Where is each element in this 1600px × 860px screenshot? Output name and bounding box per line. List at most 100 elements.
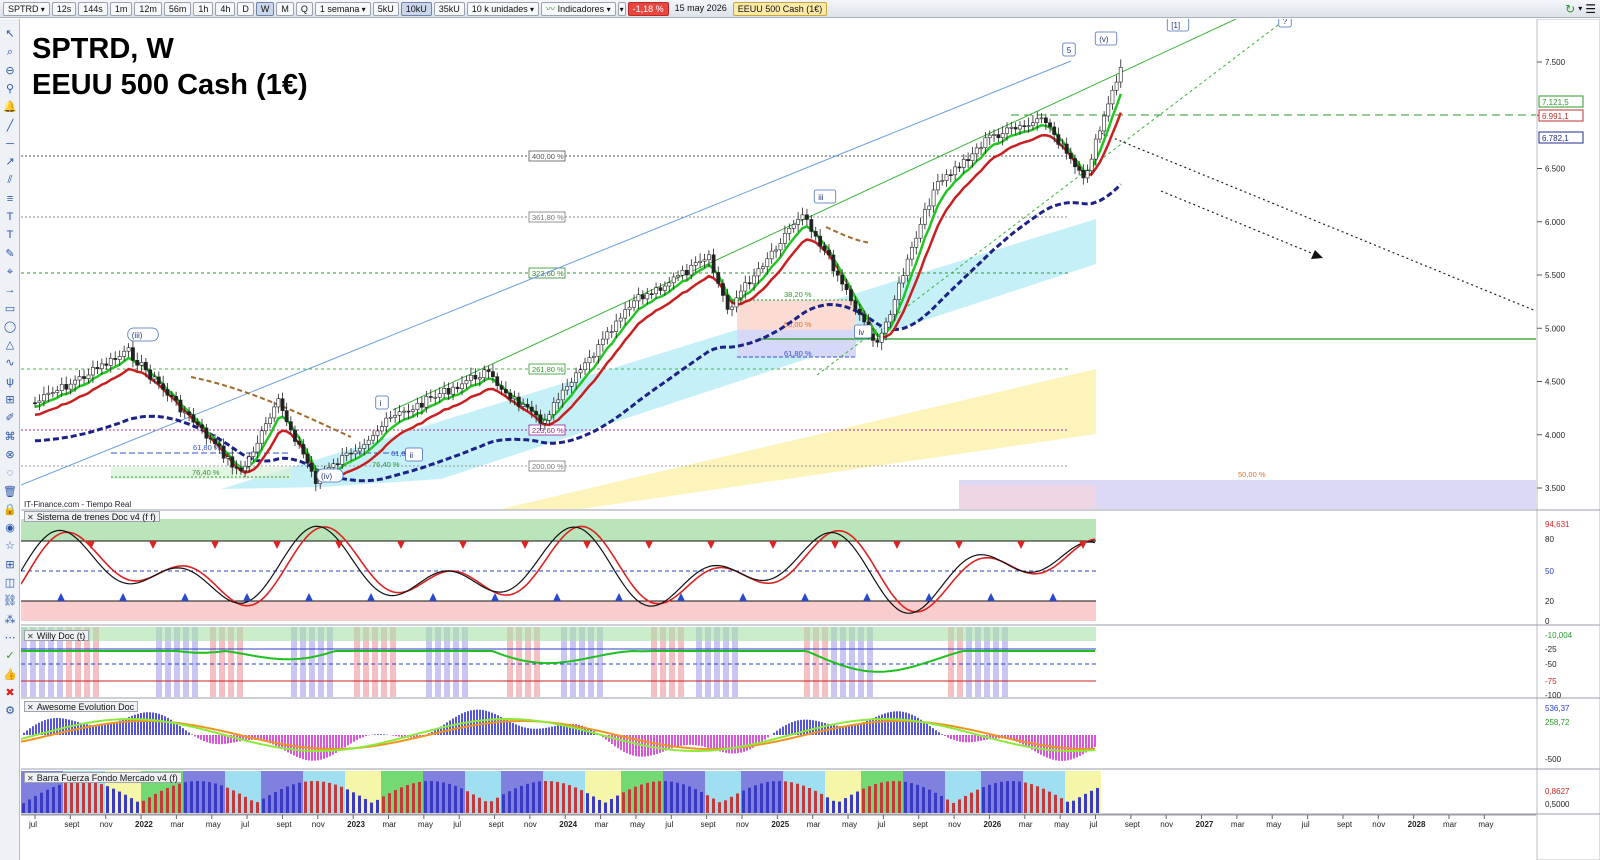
cursor-icon[interactable]: ↖ bbox=[3, 27, 17, 41]
candle-body bbox=[721, 283, 725, 296]
panel-title-trenes[interactable]: ✕ Sistema de trenes Doc v4 (f f) bbox=[24, 511, 160, 522]
gann-icon[interactable]: ⊗ bbox=[3, 448, 17, 462]
bell-icon[interactable]: 🔔 bbox=[3, 100, 17, 114]
chart-area[interactable]: 400,00 %361,80 %323,60 %261,80 %223,60 %… bbox=[21, 19, 1600, 860]
candle-body bbox=[73, 379, 78, 385]
refresh-icon[interactable]: ↻ bbox=[1565, 2, 1575, 16]
barra-bar bbox=[1036, 786, 1039, 813]
candle-body bbox=[1022, 125, 1027, 128]
panel-title-willy[interactable]: ✕ Willy Doc (t) bbox=[24, 630, 90, 641]
candle-body bbox=[204, 427, 209, 439]
triangle-icon[interactable]: △ bbox=[3, 338, 17, 352]
eye-icon[interactable]: ◉ bbox=[3, 521, 17, 535]
pitchfork-icon[interactable]: ψ bbox=[3, 375, 17, 389]
line-icon[interactable]: ╱ bbox=[3, 119, 17, 133]
timeframe-button[interactable]: 12s bbox=[51, 1, 77, 16]
layer-icon[interactable]: ◫ bbox=[3, 576, 17, 590]
node-icon[interactable]: ⁂ bbox=[3, 613, 17, 627]
arrow-icon[interactable]: → bbox=[3, 283, 17, 297]
barra-bar bbox=[634, 786, 637, 813]
panel-close-icon[interactable]: ✕ bbox=[27, 513, 34, 522]
timeframe-button[interactable]: 1h bbox=[193, 1, 214, 16]
unit-button[interactable]: 10kU bbox=[400, 1, 432, 16]
pen-icon[interactable]: ✎ bbox=[3, 247, 17, 261]
text-icon[interactable]: T bbox=[3, 210, 17, 224]
barra-bar bbox=[226, 787, 229, 813]
timeframe-button[interactable]: 12m bbox=[134, 1, 162, 16]
check-icon[interactable]: ✓ bbox=[3, 649, 17, 663]
panel-title-awesome[interactable]: ✕ Awesome Evolution Doc bbox=[24, 701, 139, 712]
timeframe-group: 12s 144s 1m 12m 56m 1h 4h D W M Q bbox=[51, 1, 313, 16]
time-tick-label: 2023 bbox=[347, 820, 365, 829]
panel-title-barra[interactable]: ✕ Barra Fuerza Fondo Mercado v4 (f) bbox=[24, 772, 182, 783]
text2-icon[interactable]: T bbox=[3, 228, 17, 242]
lock-icon[interactable]: 🔒 bbox=[3, 503, 17, 517]
unit-button[interactable]: 35kU bbox=[433, 1, 465, 16]
candle-body bbox=[379, 426, 384, 432]
barra-bar bbox=[730, 796, 733, 813]
range-select[interactable]: 1 semana bbox=[314, 1, 371, 16]
indicators-button[interactable]: 〰 Indicadores bbox=[541, 1, 616, 16]
zoom-out-icon[interactable]: ⊖ bbox=[3, 64, 17, 78]
rect-icon[interactable]: ▭ bbox=[3, 302, 17, 316]
barra-bar bbox=[646, 782, 649, 813]
barra-bar bbox=[142, 800, 145, 813]
candle-body bbox=[609, 331, 614, 333]
panel-close-icon[interactable]: ✕ bbox=[27, 632, 34, 641]
timeframe-button[interactable]: Q bbox=[295, 1, 313, 16]
timeframe-button[interactable]: W bbox=[255, 1, 275, 16]
trenes-axis-label: 50 bbox=[1545, 567, 1554, 576]
ellipse-icon[interactable]: ◯ bbox=[3, 320, 17, 334]
brush-icon[interactable]: ✐ bbox=[3, 411, 17, 425]
timeframe-button[interactable]: 4h bbox=[215, 1, 236, 16]
timeframe-button[interactable]: 144s bbox=[78, 1, 108, 16]
thumb-icon[interactable]: 👍 bbox=[3, 668, 17, 682]
hline-icon[interactable]: ─ bbox=[3, 137, 17, 151]
time-tick-label: sept bbox=[489, 820, 505, 829]
menu-icon[interactable]: ☰ bbox=[1585, 2, 1596, 16]
measure-icon[interactable]: ⊞ bbox=[3, 393, 17, 407]
barra-bar bbox=[544, 781, 547, 813]
timeframe-button[interactable]: 1m bbox=[109, 1, 133, 16]
candle-body bbox=[393, 414, 398, 418]
wave-label: 5 bbox=[1067, 46, 1072, 55]
candle-body bbox=[551, 402, 556, 415]
trash-icon[interactable]: 🗑 bbox=[3, 485, 17, 499]
ray-icon[interactable]: ↗ bbox=[3, 155, 17, 169]
wave-label: [1] bbox=[1171, 21, 1180, 30]
candle-body bbox=[914, 237, 919, 248]
ruler-icon[interactable]: ⌖ bbox=[3, 265, 17, 279]
units-select[interactable]: 10 k unidades bbox=[466, 1, 540, 16]
wave-icon[interactable]: ∿ bbox=[3, 356, 17, 370]
dots-icon[interactable]: ⋯ bbox=[3, 631, 17, 645]
barra-bar bbox=[58, 784, 61, 813]
candle-body bbox=[614, 320, 619, 332]
zoom-icon[interactable]: ⌕ bbox=[3, 45, 17, 59]
wave-label-box bbox=[405, 447, 423, 462]
magnet-icon[interactable]: ⚲ bbox=[3, 82, 17, 96]
timeframe-button[interactable]: 56m bbox=[163, 1, 192, 16]
candle-body bbox=[64, 384, 69, 390]
x-icon[interactable]: ✖ bbox=[3, 686, 17, 700]
channel-icon[interactable]: ⫽ bbox=[3, 173, 17, 187]
dropdown-icon[interactable]: ▾ bbox=[1578, 2, 1582, 16]
link-icon[interactable]: ⛓ bbox=[3, 594, 17, 608]
timeframe-button[interactable]: D bbox=[237, 1, 254, 16]
barra-bar bbox=[148, 797, 151, 813]
unit-button[interactable]: 5kU bbox=[372, 1, 399, 16]
settings-icon[interactable]: ⚙ bbox=[3, 704, 17, 718]
wave-label: iii bbox=[818, 193, 824, 202]
cycle-icon[interactable]: ◌ bbox=[3, 466, 17, 480]
fib-icon[interactable]: ≡ bbox=[3, 192, 17, 206]
timeframe-button[interactable]: M bbox=[276, 1, 294, 16]
candle-body bbox=[818, 235, 823, 247]
grid-icon[interactable]: ⊞ bbox=[3, 558, 17, 572]
more-dropdown[interactable] bbox=[617, 1, 626, 16]
label-icon[interactable]: ⌘ bbox=[3, 430, 17, 444]
star-icon[interactable]: ☆ bbox=[3, 539, 17, 553]
time-tick-label: mar bbox=[1019, 820, 1033, 829]
candle-body bbox=[305, 453, 310, 464]
symbol-select[interactable]: SPTRD bbox=[3, 1, 50, 16]
panel-close-icon[interactable]: ✕ bbox=[27, 703, 34, 712]
panel-close-icon[interactable]: ✕ bbox=[27, 774, 34, 783]
